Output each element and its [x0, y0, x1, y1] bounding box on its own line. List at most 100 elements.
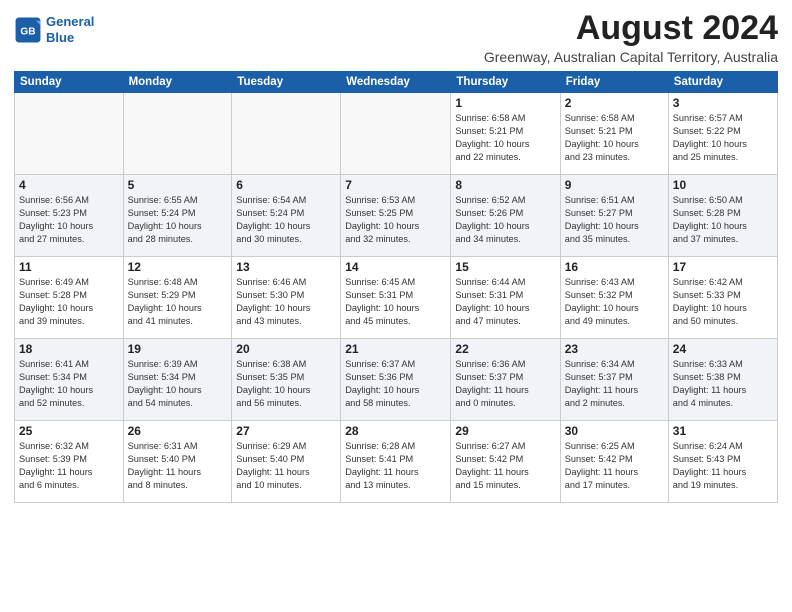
day-number: 22	[455, 342, 555, 356]
calendar-day-header: Friday	[560, 72, 668, 93]
day-number: 5	[128, 178, 228, 192]
day-number: 7	[345, 178, 446, 192]
calendar-cell: 11 Sunrise: 6:49 AM Sunset: 5:28 PM Dayli…	[15, 257, 124, 339]
calendar-cell: 7Sunrise: 6:53 AM Sunset: 5:25 PM Daylig…	[341, 175, 451, 257]
calendar-cell: 15 Sunrise: 6:44 AM Sunset: 5:31 PM Dayli…	[451, 257, 560, 339]
day-info: Sunrise: 6:44 AM Sunset: 5:31 PM Dayligh…	[455, 276, 555, 328]
calendar-week-row: 11 Sunrise: 6:49 AM Sunset: 5:28 PM Dayli…	[15, 257, 778, 339]
day-info: Sunrise: 6:55 AM Sunset: 5:24 PM Dayligh…	[128, 194, 228, 246]
day-info: Sunrise: 6:51 AM Sunset: 5:27 PM Dayligh…	[565, 194, 664, 246]
day-info: Sunrise: 6:25 AM Sunset: 5:42 PM Dayligh…	[565, 440, 664, 492]
calendar-cell: 30Sunrise: 6:25 AM Sunset: 5:42 PM Dayli…	[560, 421, 668, 503]
day-number: 6	[236, 178, 336, 192]
calendar-cell: 12 Sunrise: 6:48 AM Sunset: 5:29 PM Dayli…	[123, 257, 232, 339]
day-number: 9	[565, 178, 664, 192]
day-info: Sunrise: 6:58 AM Sunset: 5:21 PM Dayligh…	[565, 112, 664, 164]
day-info: Sunrise: 6:33 AM Sunset: 5:38 PM Dayligh…	[673, 358, 773, 410]
day-info: Sunrise: 6:38 AM Sunset: 5:35 PM Dayligh…	[236, 358, 336, 410]
calendar-cell: 9 Sunrise: 6:51 AM Sunset: 5:27 PM Daylig…	[560, 175, 668, 257]
day-info: Sunrise: 6:27 AM Sunset: 5:42 PM Dayligh…	[455, 440, 555, 492]
calendar-cell: 19Sunrise: 6:39 AM Sunset: 5:34 PM Dayli…	[123, 339, 232, 421]
calendar-cell: 29 Sunrise: 6:27 AM Sunset: 5:42 PM Dayli…	[451, 421, 560, 503]
day-number: 20	[236, 342, 336, 356]
calendar-cell: 4 Sunrise: 6:56 AM Sunset: 5:23 PM Daylig…	[15, 175, 124, 257]
day-info: Sunrise: 6:58 AM Sunset: 5:21 PM Dayligh…	[455, 112, 555, 164]
calendar-cell: 17Sunrise: 6:42 AM Sunset: 5:33 PM Dayli…	[668, 257, 777, 339]
calendar-week-row: 25Sunrise: 6:32 AM Sunset: 5:39 PM Dayli…	[15, 421, 778, 503]
day-number: 11	[19, 260, 119, 274]
calendar-day-header: Saturday	[668, 72, 777, 93]
calendar-week-row: 18 Sunrise: 6:41 AM Sunset: 5:34 PM Dayli…	[15, 339, 778, 421]
day-number: 14	[345, 260, 446, 274]
calendar: SundayMondayTuesdayWednesdayThursdayFrid…	[14, 71, 778, 503]
day-number: 28	[345, 424, 446, 438]
calendar-week-row: 4 Sunrise: 6:56 AM Sunset: 5:23 PM Daylig…	[15, 175, 778, 257]
day-info: Sunrise: 6:29 AM Sunset: 5:40 PM Dayligh…	[236, 440, 336, 492]
day-number: 27	[236, 424, 336, 438]
calendar-cell: 13Sunrise: 6:46 AM Sunset: 5:30 PM Dayli…	[232, 257, 341, 339]
calendar-cell: 25Sunrise: 6:32 AM Sunset: 5:39 PM Dayli…	[15, 421, 124, 503]
calendar-header-row: SundayMondayTuesdayWednesdayThursdayFrid…	[15, 72, 778, 93]
calendar-cell: 2Sunrise: 6:58 AM Sunset: 5:21 PM Daylig…	[560, 93, 668, 175]
day-number: 3	[673, 96, 773, 110]
calendar-cell: 21Sunrise: 6:37 AM Sunset: 5:36 PM Dayli…	[341, 339, 451, 421]
calendar-cell: 3 Sunrise: 6:57 AM Sunset: 5:22 PM Daylig…	[668, 93, 777, 175]
calendar-day-header: Wednesday	[341, 72, 451, 93]
day-info: Sunrise: 6:48 AM Sunset: 5:29 PM Dayligh…	[128, 276, 228, 328]
day-info: Sunrise: 6:36 AM Sunset: 5:37 PM Dayligh…	[455, 358, 555, 410]
day-number: 10	[673, 178, 773, 192]
calendar-cell: 14Sunrise: 6:45 AM Sunset: 5:31 PM Dayli…	[341, 257, 451, 339]
day-info: Sunrise: 6:34 AM Sunset: 5:37 PM Dayligh…	[565, 358, 664, 410]
calendar-day-header: Tuesday	[232, 72, 341, 93]
day-info: Sunrise: 6:49 AM Sunset: 5:28 PM Dayligh…	[19, 276, 119, 328]
day-info: Sunrise: 6:28 AM Sunset: 5:41 PM Dayligh…	[345, 440, 446, 492]
day-info: Sunrise: 6:57 AM Sunset: 5:22 PM Dayligh…	[673, 112, 773, 164]
calendar-cell: 22 Sunrise: 6:36 AM Sunset: 5:37 PM Dayli…	[451, 339, 560, 421]
day-number: 23	[565, 342, 664, 356]
calendar-cell: 10 Sunrise: 6:50 AM Sunset: 5:28 PM Dayli…	[668, 175, 777, 257]
calendar-cell: 20 Sunrise: 6:38 AM Sunset: 5:35 PM Dayli…	[232, 339, 341, 421]
day-number: 26	[128, 424, 228, 438]
day-info: Sunrise: 6:41 AM Sunset: 5:34 PM Dayligh…	[19, 358, 119, 410]
day-number: 16	[565, 260, 664, 274]
day-info: Sunrise: 6:56 AM Sunset: 5:23 PM Dayligh…	[19, 194, 119, 246]
logo-text: General Blue	[46, 14, 94, 45]
day-number: 12	[128, 260, 228, 274]
calendar-week-row: 1 Sunrise: 6:58 AM Sunset: 5:21 PM Daylig…	[15, 93, 778, 175]
calendar-day-header: Sunday	[15, 72, 124, 93]
day-info: Sunrise: 6:37 AM Sunset: 5:36 PM Dayligh…	[345, 358, 446, 410]
day-number: 1	[455, 96, 555, 110]
day-number: 18	[19, 342, 119, 356]
day-number: 8	[455, 178, 555, 192]
calendar-cell	[341, 93, 451, 175]
day-number: 15	[455, 260, 555, 274]
calendar-cell: 16 Sunrise: 6:43 AM Sunset: 5:32 PM Dayli…	[560, 257, 668, 339]
day-info: Sunrise: 6:52 AM Sunset: 5:26 PM Dayligh…	[455, 194, 555, 246]
day-number: 4	[19, 178, 119, 192]
calendar-cell: 31 Sunrise: 6:24 AM Sunset: 5:43 PM Dayli…	[668, 421, 777, 503]
calendar-cell: 6 Sunrise: 6:54 AM Sunset: 5:24 PM Daylig…	[232, 175, 341, 257]
title-block: August 2024 Greenway, Australian Capital…	[484, 10, 778, 65]
calendar-cell: 24Sunrise: 6:33 AM Sunset: 5:38 PM Dayli…	[668, 339, 777, 421]
calendar-cell: 5 Sunrise: 6:55 AM Sunset: 5:24 PM Daylig…	[123, 175, 232, 257]
day-info: Sunrise: 6:54 AM Sunset: 5:24 PM Dayligh…	[236, 194, 336, 246]
day-number: 31	[673, 424, 773, 438]
day-info: Sunrise: 6:31 AM Sunset: 5:40 PM Dayligh…	[128, 440, 228, 492]
calendar-cell	[232, 93, 341, 175]
day-info: Sunrise: 6:24 AM Sunset: 5:43 PM Dayligh…	[673, 440, 773, 492]
header: GB General Blue August 2024 Greenway, Au…	[14, 10, 778, 65]
day-info: Sunrise: 6:46 AM Sunset: 5:30 PM Dayligh…	[236, 276, 336, 328]
day-info: Sunrise: 6:42 AM Sunset: 5:33 PM Dayligh…	[673, 276, 773, 328]
day-info: Sunrise: 6:32 AM Sunset: 5:39 PM Dayligh…	[19, 440, 119, 492]
calendar-cell: 18 Sunrise: 6:41 AM Sunset: 5:34 PM Dayli…	[15, 339, 124, 421]
day-info: Sunrise: 6:50 AM Sunset: 5:28 PM Dayligh…	[673, 194, 773, 246]
calendar-cell: 1 Sunrise: 6:58 AM Sunset: 5:21 PM Daylig…	[451, 93, 560, 175]
calendar-day-header: Thursday	[451, 72, 560, 93]
page: GB General Blue August 2024 Greenway, Au…	[0, 0, 792, 509]
day-number: 19	[128, 342, 228, 356]
calendar-day-header: Monday	[123, 72, 232, 93]
calendar-cell	[123, 93, 232, 175]
calendar-cell: 27 Sunrise: 6:29 AM Sunset: 5:40 PM Dayli…	[232, 421, 341, 503]
day-number: 29	[455, 424, 555, 438]
day-info: Sunrise: 6:43 AM Sunset: 5:32 PM Dayligh…	[565, 276, 664, 328]
